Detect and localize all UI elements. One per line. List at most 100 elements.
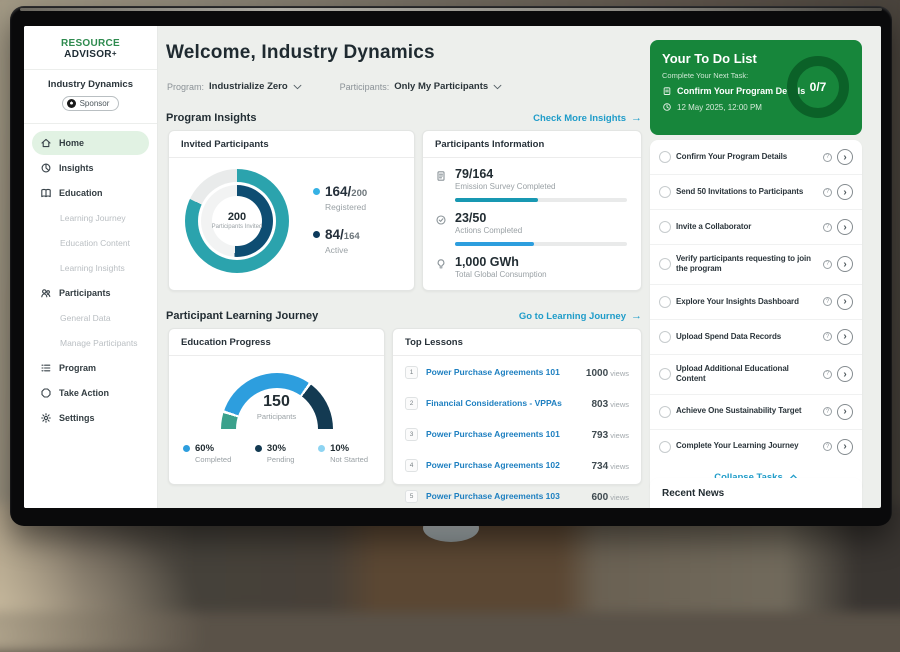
participants-information-card: Participants Information 79/164 Emission…	[422, 130, 642, 291]
sidebar-item-program[interactable]: Program	[32, 356, 149, 380]
todo-summary-card: Your To Do List Complete Your Next Task:…	[650, 40, 862, 135]
legend-item-completed: 60% Completed	[183, 443, 231, 464]
sidebar-item-label: Education	[59, 188, 103, 198]
task-checkbox[interactable]	[659, 296, 671, 308]
task-chevron-button[interactable]: ›	[837, 219, 853, 235]
help-icon[interactable]: ?	[823, 223, 832, 232]
sidebar-item-education-content[interactable]: Education Content	[32, 231, 149, 255]
task-label: Upload Additional Educational Content	[676, 364, 818, 385]
sidebar-item-home[interactable]: Home	[32, 131, 149, 155]
org-block: Industry Dynamics Sponsor	[24, 70, 157, 124]
section-title: Participant Learning Journey	[166, 310, 318, 322]
sidebar-item-general-data[interactable]: General Data	[32, 306, 149, 330]
help-icon[interactable]: ?	[823, 407, 832, 416]
task-checkbox[interactable]	[659, 151, 671, 163]
task-checkbox[interactable]	[659, 406, 671, 418]
sidebar-item-label: Learning Journey	[60, 213, 126, 223]
legend-dot	[313, 231, 320, 238]
legend-item-pending: 30% Pending	[255, 443, 295, 464]
task-row-send-invitations[interactable]: Send 50 Invitations to Participants ? ›	[650, 175, 862, 210]
program-select[interactable]: Program: Industrialize Zero	[167, 81, 302, 92]
check-more-insights-link[interactable]: Check More Insights →	[533, 112, 642, 124]
lesson-link[interactable]: Power Purchase Agreements 101	[426, 429, 560, 439]
sponsor-badge[interactable]: Sponsor	[62, 96, 120, 111]
lesson-link[interactable]: Power Purchase Agreements 102	[426, 460, 560, 470]
monitor-top-edge	[20, 8, 882, 11]
lesson-row: 5 Power Purchase Agreements 103 600 view…	[393, 480, 641, 508]
bulb-icon	[435, 258, 447, 270]
task-row-upload-educational-content[interactable]: Upload Additional Educational Content ? …	[650, 355, 862, 395]
info-value: 79/164	[455, 167, 555, 181]
task-label: Send 50 Invitations to Participants	[676, 187, 818, 197]
lesson-link[interactable]: Power Purchase Agreements 103	[426, 491, 560, 501]
logo-advisor: ADVISOR	[64, 49, 112, 60]
sidebar-item-learning-insights[interactable]: Learning Insights	[32, 256, 149, 280]
gauge-center-label: Participants	[221, 412, 333, 421]
task-checkbox[interactable]	[659, 186, 671, 198]
sidebar-item-manage-participants[interactable]: Manage Participants	[32, 331, 149, 355]
sidebar-item-learning-journey[interactable]: Learning Journey	[32, 206, 149, 230]
legend-denominator: 164	[344, 231, 360, 242]
arrow-right-icon: →	[631, 310, 642, 322]
task-row-confirm-program[interactable]: Confirm Your Program Details ? ›	[650, 140, 862, 175]
recent-news-card: Recent News	[650, 478, 862, 508]
list-icon	[40, 362, 52, 374]
legend-label: Pending	[267, 455, 295, 464]
recent-news-heading: Recent News	[662, 488, 850, 508]
legend-pct: 10%	[330, 443, 368, 454]
help-icon[interactable]: ?	[823, 370, 832, 379]
lesson-views: 1000	[586, 368, 608, 379]
task-checkbox[interactable]	[659, 331, 671, 343]
sidebar-item-education[interactable]: Education	[32, 181, 149, 205]
task-chevron-button[interactable]: ›	[837, 366, 853, 382]
top-lessons-card: Top Lessons 1 Power Purchase Agreements …	[392, 328, 642, 485]
help-icon[interactable]: ?	[823, 153, 832, 162]
clock-icon	[662, 102, 672, 112]
help-icon[interactable]: ?	[823, 332, 832, 341]
task-chevron-button[interactable]: ›	[837, 404, 853, 420]
lesson-row: 1 Power Purchase Agreements 101 1000 vie…	[393, 356, 641, 387]
lesson-views: 734	[591, 461, 608, 472]
task-chevron-button[interactable]: ›	[837, 149, 853, 165]
task-chevron-button[interactable]: ›	[837, 256, 853, 272]
legend-label: Completed	[195, 455, 231, 464]
legend-value: 84/	[325, 227, 344, 242]
sidebar-item-participants[interactable]: Participants	[32, 281, 149, 305]
sidebar-item-take-action[interactable]: Take Action	[32, 381, 149, 405]
task-row-invite-collaborator[interactable]: Invite a Collaborator ? ›	[650, 210, 862, 245]
sidebar-item-insights[interactable]: Insights	[32, 156, 149, 180]
sidebar-item-settings[interactable]: Settings	[32, 406, 149, 430]
lesson-link[interactable]: Power Purchase Agreements 101	[426, 367, 560, 377]
task-row-achieve-target[interactable]: Achieve One Sustainability Target ? ›	[650, 395, 862, 430]
task-row-upload-spend-data[interactable]: Upload Spend Data Records ? ›	[650, 320, 862, 355]
lesson-link[interactable]: Financial Considerations - VPPAs	[426, 398, 562, 408]
help-icon[interactable]: ?	[823, 297, 832, 306]
help-icon[interactable]: ?	[823, 188, 832, 197]
task-row-explore-insights[interactable]: Explore Your Insights Dashboard ? ›	[650, 285, 862, 320]
legend-item-active: 84/164 Active	[313, 226, 367, 255]
task-row-complete-learning-journey[interactable]: Complete Your Learning Journey ? ›	[650, 430, 862, 464]
go-to-learning-journey-link[interactable]: Go to Learning Journey →	[519, 310, 642, 322]
todo-progress-ring: 0/7	[787, 56, 849, 118]
task-checkbox[interactable]	[659, 441, 671, 453]
learning-journey-header: Participant Learning Journey Go to Learn…	[166, 310, 642, 322]
task-chevron-button[interactable]: ›	[837, 184, 853, 200]
program-value: Industrialize Zero	[209, 81, 288, 92]
help-icon[interactable]: ?	[823, 260, 832, 269]
legend-label: Registered	[325, 202, 367, 212]
task-checkbox[interactable]	[659, 368, 671, 380]
gauge-center-value: 150	[221, 393, 333, 411]
task-checkbox[interactable]	[659, 258, 671, 270]
task-row-verify-participants[interactable]: Verify participants requesting to join t…	[650, 245, 862, 285]
help-icon[interactable]: ?	[823, 442, 832, 451]
monitor-frame: RESOURCE ADVISOR+ Industry Dynamics Spon…	[10, 6, 892, 526]
task-chevron-button[interactable]: ›	[837, 294, 853, 310]
task-chevron-button[interactable]: ›	[837, 329, 853, 345]
participants-select[interactable]: Participants: Only My Participants	[340, 81, 503, 92]
legend-dot	[183, 445, 190, 452]
arrow-right-icon: →	[631, 112, 642, 124]
task-checkbox[interactable]	[659, 221, 671, 233]
donut-legend: 164/200 Registered 84/164 Active	[313, 174, 367, 269]
sidebar-item-label: Program	[59, 363, 96, 373]
task-chevron-button[interactable]: ›	[837, 439, 853, 455]
